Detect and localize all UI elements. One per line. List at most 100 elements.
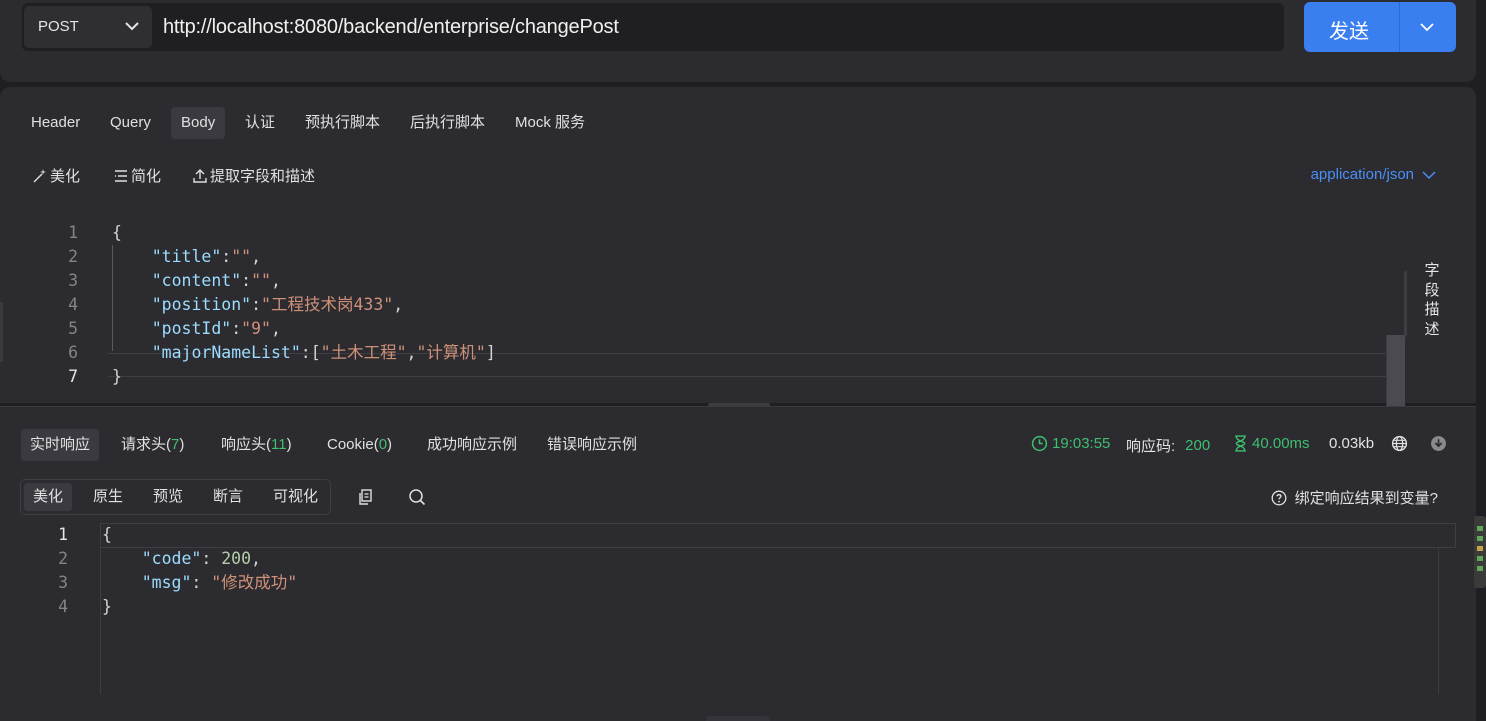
tab-response-headers[interactable]: 响应头(11) [212,429,301,461]
json-punct: , [270,271,281,290]
json-key: "title" [151,247,222,266]
code-text: "position":"工程技术岗433", [112,293,403,317]
minimap[interactable] [1474,516,1486,588]
gutter-line-right [1438,548,1439,694]
simplify-label: 简化 [131,168,162,185]
code-text: "code": 200, [102,547,261,571]
view-tab-visualize[interactable]: 可视化 [264,483,327,511]
extract-fields-label: 提取字段和描述 [210,168,316,185]
line-number: 2 [68,247,78,266]
json-punct: , [251,549,261,568]
view-tab-preview[interactable]: 预览 [144,483,192,511]
tab-query[interactable]: Query [100,107,161,139]
json-string: "" [251,271,271,290]
json-key: "content" [151,271,242,290]
panel-grip[interactable] [1404,271,1407,337]
json-key: "majorNameList" [151,343,301,362]
beautify-button[interactable]: 美化 [32,165,80,186]
tab-cookie[interactable]: Cookie(0) [318,429,401,461]
response-body-viewer[interactable]: 1 {2 "code": 200, 3 "msg": "修改成功" 4} [0,523,1460,695]
json-string: "计算机" [416,343,486,362]
close-paren: ) [286,436,292,453]
request-url-bar: POST http://localhost:8080/backend/enter… [0,0,1476,82]
download-button[interactable] [1430,435,1451,452]
send-button[interactable]: 发送 [1304,2,1456,52]
json-string: "工程技术岗433" [261,295,394,314]
json-key: "code" [141,549,202,568]
content-type-select[interactable]: application/json [1311,166,1436,183]
view-tab-beautify[interactable]: 美化 [24,483,73,511]
request-body-editor[interactable]: 1{2 "title":"", 3 "content":"", 4 "positio… [0,211,1406,523]
tab-body[interactable]: Body [171,107,226,139]
code-text: { [102,523,112,547]
bottom-resizer[interactable] [706,716,770,721]
simplify-button[interactable]: 简化 [113,165,161,186]
left-edge-grip[interactable] [0,302,3,362]
download-icon [1431,436,1446,451]
json-punct [102,549,142,568]
code-text: } [112,365,122,389]
view-tab-assertion[interactable]: 断言 [204,483,252,511]
tab-error-example[interactable]: 错误响应示例 [538,429,646,461]
code-line: 4 "position":"工程技术岗433", [0,293,1404,317]
line-number: 3 [68,271,78,290]
view-tab-raw[interactable]: 原生 [84,483,132,511]
minimap-mark [1477,566,1483,571]
line-number: 1 [58,525,68,544]
line-number: 3 [58,573,68,592]
code-text: "majorNameList":["土木工程","计算机"] [112,341,496,365]
line-number: 2 [58,549,68,568]
json-punct: : [231,319,242,338]
field-description-toggle[interactable]: 字段描述 [1422,261,1442,339]
code-text: "msg": "修改成功" [102,571,297,595]
url-input[interactable]: http://localhost:8080/backend/enterprise… [163,16,619,39]
line-number: 5 [68,319,78,338]
json-punct: : [191,573,212,592]
response-duration: 40.00ms [1233,435,1310,452]
bind-variable-link[interactable]: 绑定响应结果到变量? [1271,487,1438,508]
response-time: 19:03:55 [1031,435,1110,452]
tab-success-example[interactable]: 成功响应示例 [418,429,526,461]
json-punct: { [112,223,122,242]
list-icon [115,169,127,182]
line-number: 1 [68,223,78,242]
tab-auth[interactable]: 认证 [235,107,285,139]
response-duration-value: 40.00ms [1252,435,1310,452]
send-divider [1399,2,1400,52]
json-punct: { [102,525,112,544]
copy-icon[interactable] [356,487,376,507]
current-line-highlight [100,523,1456,548]
search-icon[interactable] [407,487,427,507]
tab-mock-service[interactable]: Mock 服务 [505,107,595,139]
json-punct [102,573,142,592]
json-punct [112,247,152,266]
json-key: "postId" [151,319,232,338]
response-panel: 实时响应 请求头(7) 响应头(11) Cookie(0) 成功响应示例 错误响… [0,406,1476,721]
response-view-tabs: 美化 原生 预览 断言 可视化 [20,479,331,515]
hourglass-icon [1235,435,1246,452]
minimap-mark [1477,546,1483,551]
magic-wand-icon [33,168,46,182]
json-string: "9" [241,319,271,338]
extract-fields-button[interactable]: 提取字段和描述 [192,165,315,186]
tab-live-response[interactable]: 实时响应 [21,429,100,461]
json-punct: : [241,271,252,290]
json-key: "msg" [141,573,192,592]
tab-post-script[interactable]: 后执行脚本 [400,107,495,139]
minimap-mark [1477,556,1483,561]
tab-pre-script[interactable]: 预执行脚本 [295,107,390,139]
json-number: 200 [221,549,252,568]
code-line: 5 "postId":"9", [0,317,1404,341]
tab-header[interactable]: Header [21,107,90,139]
method-select[interactable]: POST [24,6,152,48]
url-input-group: POST http://localhost:8080/backend/enter… [22,3,1284,51]
status-code: 响应码: 200 [1126,435,1210,456]
line-number: 4 [58,597,68,616]
globe-button[interactable] [1391,435,1412,452]
json-punct: , [270,319,281,338]
json-string: "修改成功" [211,573,298,592]
tab-request-headers[interactable]: 请求头(7) [112,429,193,461]
status-code-value: 200 [1185,437,1211,454]
chevron-down-icon[interactable] [1419,21,1435,33]
code-text: "title":"", [112,245,261,269]
